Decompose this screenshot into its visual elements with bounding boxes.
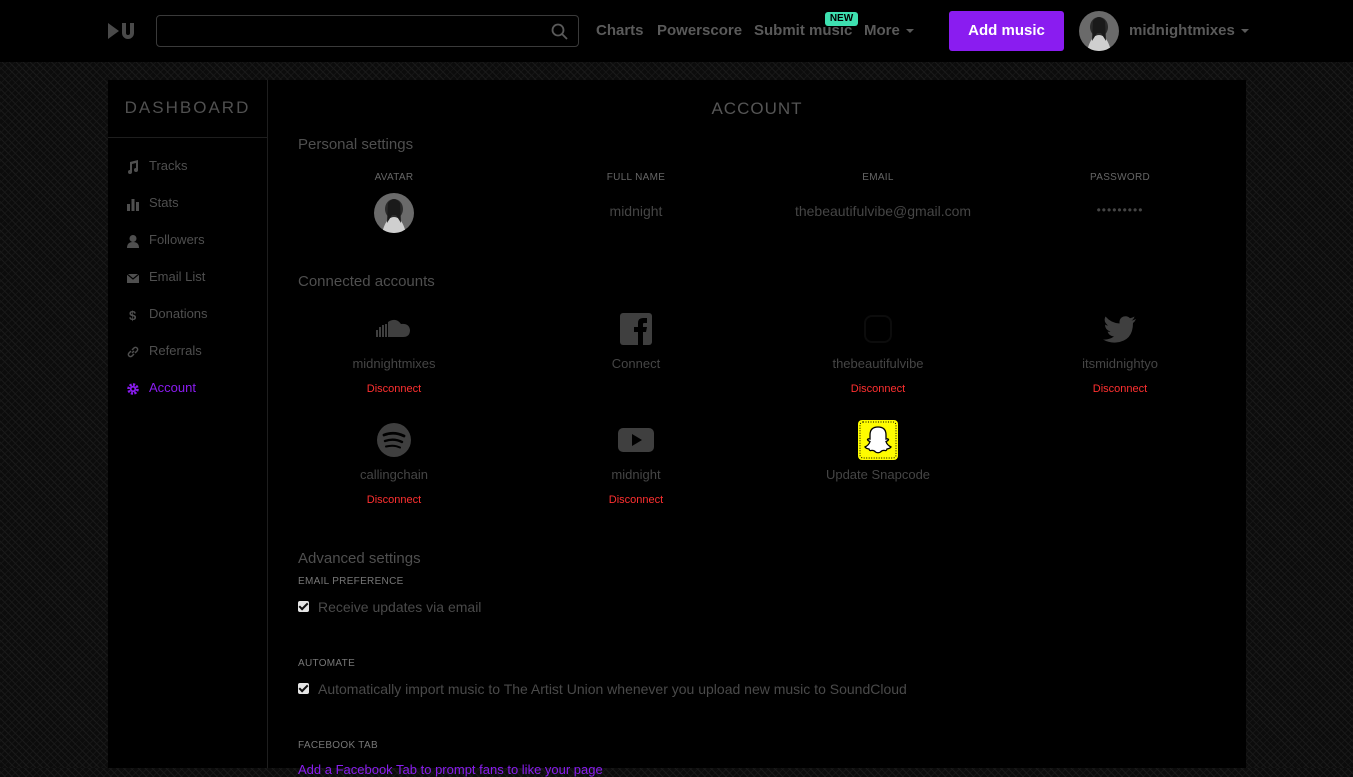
user-menu[interactable]: midnightmixes — [1129, 22, 1249, 39]
automate-label: AUTOMATE — [298, 658, 356, 669]
twitter-account[interactable]: itsmidnightyo Disconnect — [1020, 309, 1220, 395]
username-label: midnightmixes — [1129, 22, 1235, 39]
connected-accounts-heading: Connected accounts — [298, 273, 435, 290]
facebook-icon — [620, 313, 652, 345]
sidebar-item-label: Tracks — [149, 158, 188, 173]
disconnect-link[interactable]: Disconnect — [294, 383, 494, 395]
snapchat-icon — [858, 420, 898, 460]
password-value[interactable]: ••••••••• — [1000, 203, 1240, 217]
sidebar-item-referrals[interactable]: Referrals — [126, 341, 202, 361]
account-name: callingchain — [360, 467, 428, 482]
top-navigation-bar: Charts Powerscore Submit music NEW More … — [0, 0, 1353, 62]
personal-settings-heading: Personal settings — [298, 136, 414, 153]
sidebar-item-account[interactable]: Account — [126, 378, 196, 398]
chevron-down-icon — [905, 29, 914, 34]
sidebar-item-label: Donations — [149, 306, 208, 321]
youtube-account[interactable]: midnight Disconnect — [536, 420, 736, 506]
gear-icon — [127, 382, 139, 395]
email-preference-option[interactable]: Receive updates via email — [298, 599, 481, 615]
sidebar-item-label: Stats — [149, 195, 179, 210]
account-name: Connect — [611, 356, 661, 371]
sidebar-item-label: Followers — [149, 232, 205, 247]
spotify-icon — [377, 423, 411, 457]
sidebar-item-label: Account — [149, 380, 196, 395]
account-main-panel: ACCOUNT Personal settings AVATAR FULL NA… — [268, 80, 1246, 777]
sidebar-item-label: Referrals — [149, 343, 202, 358]
nav-charts-link[interactable]: Charts — [596, 22, 644, 39]
email-preference-label: EMAIL PREFERENCE — [298, 576, 404, 587]
disconnect-link[interactable]: Disconnect — [1020, 383, 1220, 395]
add-music-button[interactable]: Add music — [949, 11, 1064, 51]
envelope-icon — [126, 273, 140, 283]
link-icon — [127, 346, 139, 357]
facebook-tab-label: FACEBOOK TAB — [298, 740, 378, 751]
disconnect-link[interactable]: Disconnect — [778, 383, 978, 395]
snapchat-account[interactable]: Update Snapcode — [778, 420, 978, 494]
sidebar-item-followers[interactable]: Followers — [126, 230, 205, 250]
artist-union-logo[interactable] — [106, 19, 138, 43]
email-updates-checkbox[interactable] — [298, 601, 309, 612]
bar-chart-icon — [127, 198, 139, 211]
instagram-icon — [864, 315, 892, 343]
svg-text:$: $ — [129, 308, 137, 322]
sidebar-item-donations[interactable]: $ Donations — [126, 304, 208, 324]
automate-option[interactable]: Automatically import music to The Artist… — [298, 681, 907, 697]
nav-more-dropdown[interactable]: More — [864, 22, 914, 39]
soundcloud-icon — [376, 319, 410, 337]
auto-import-checkbox[interactable] — [298, 683, 309, 694]
dollar-icon: $ — [129, 308, 137, 322]
add-facebook-tab-link[interactable]: Add a Facebook Tab to prompt fans to lik… — [298, 762, 603, 777]
twitter-icon — [1103, 316, 1136, 343]
avatar-photo-icon — [1079, 11, 1119, 51]
spotify-account[interactable]: callingchain Disconnect — [294, 420, 494, 506]
nav-powerscore-link[interactable]: Powerscore — [657, 22, 742, 39]
user-avatar[interactable] — [1079, 11, 1119, 51]
music-note-icon — [128, 159, 138, 174]
full-name-column-label: FULL NAME — [606, 172, 666, 183]
sidebar-item-label: Email List — [149, 269, 206, 284]
avatar-column-label: AVATAR — [374, 172, 414, 183]
soundcloud-account[interactable]: midnightmixes Disconnect — [294, 309, 494, 395]
account-name: thebeautifulvibe — [832, 356, 924, 371]
disconnect-link[interactable]: Disconnect — [294, 494, 494, 506]
account-name: midnight — [611, 467, 661, 482]
account-name: itsmidnightyo — [1082, 356, 1158, 371]
youtube-icon — [618, 428, 654, 452]
disconnect-link[interactable]: Disconnect — [536, 494, 736, 506]
sidebar-item-stats[interactable]: Stats — [126, 193, 179, 213]
search-input[interactable] — [165, 20, 549, 44]
sidebar-item-tracks[interactable]: Tracks — [126, 156, 188, 176]
new-badge: NEW — [825, 12, 858, 26]
page-title: ACCOUNT — [711, 99, 803, 118]
instagram-account[interactable]: thebeautifulvibe Disconnect — [778, 309, 978, 395]
chevron-down-icon — [1240, 29, 1249, 34]
search-box[interactable] — [156, 15, 579, 47]
user-icon — [127, 234, 139, 248]
advanced-settings-heading: Advanced settings — [298, 550, 421, 567]
search-icon[interactable] — [551, 23, 568, 40]
password-column-label: PASSWORD — [1090, 172, 1150, 183]
avatar-photo-icon — [374, 193, 414, 233]
sidebar-title: DASHBOARD — [108, 80, 267, 138]
auto-import-label: Automatically import music to The Artist… — [318, 681, 907, 697]
account-name: midnightmixes — [352, 356, 436, 371]
dashboard-sidebar: DASHBOARD Tracks Stats Followers Email L… — [108, 80, 268, 768]
facebook-account[interactable]: Connect — [536, 309, 736, 383]
email-updates-label: Receive updates via email — [318, 599, 482, 615]
nav-more-label: More — [864, 22, 900, 39]
profile-avatar[interactable] — [374, 193, 414, 233]
full-name-value[interactable]: midnight — [516, 203, 756, 219]
email-column-label: EMAIL — [862, 172, 894, 183]
email-value[interactable]: thebeautifulvibe@gmail.com — [763, 203, 1003, 219]
account-name: Update Snapcode — [825, 467, 931, 482]
sidebar-item-email-list[interactable]: Email List — [126, 267, 205, 287]
